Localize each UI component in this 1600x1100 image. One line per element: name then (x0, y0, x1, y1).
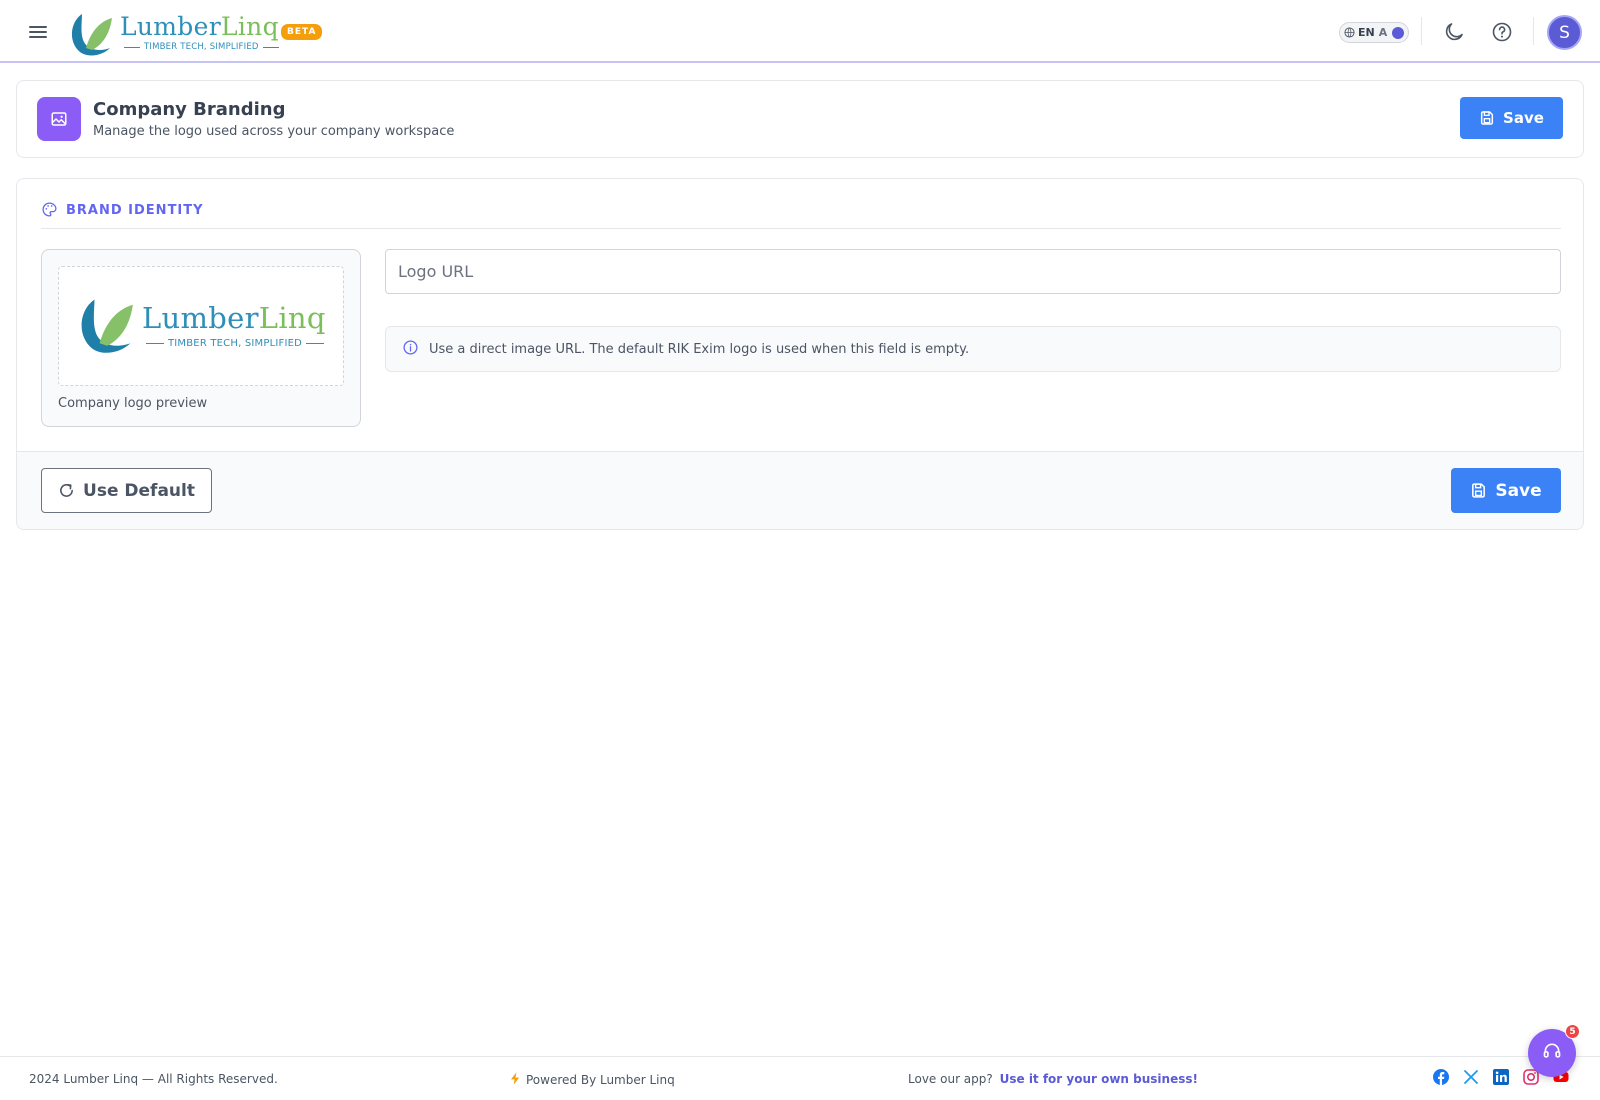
top-navbar: LumberLinq TIMBER TECH, SIMPLIFIED BETA … (0, 0, 1600, 63)
toggle-knob (1392, 26, 1404, 39)
use-default-button[interactable]: Use Default (41, 468, 212, 513)
powered-by: Powered By Lumber Linq (511, 1072, 675, 1088)
language-toggle[interactable]: EN A (1339, 22, 1409, 43)
language-label: EN (1358, 26, 1375, 39)
preview-brand-word-primary: Lumber (141, 300, 259, 335)
logo-preview-caption: Company logo preview (58, 396, 208, 411)
beta-badge: BETA (281, 24, 323, 40)
card-save-button[interactable]: Save (1451, 468, 1561, 513)
site-footer: 2024 Lumber Linq — All Rights Reserved. … (0, 1056, 1600, 1100)
powered-by-text: Powered By Lumber Linq (526, 1073, 675, 1087)
love-prefix: Love our app? (908, 1072, 993, 1086)
brand-identity-card: BRAND IDENTITY LumberLinq TIMBER TECH, S… (16, 178, 1584, 530)
save-disk-icon (1472, 483, 1486, 498)
notification-badge: 5 (1565, 1024, 1580, 1039)
dark-mode-moon-icon[interactable] (1442, 20, 1466, 44)
logo-url-input[interactable] (385, 249, 1561, 294)
page-title: Company Branding (93, 99, 286, 120)
copyright-text: 2024 Lumber Linq — All Rights Reserved. (29, 1072, 278, 1086)
card-save-label: Save (1495, 480, 1542, 501)
page-subtitle: Manage the logo used across your company… (93, 124, 455, 139)
brand-word-primary: Lumber (120, 12, 221, 41)
logo-preview-frame: LumberLinq TIMBER TECH, SIMPLIFIED (58, 266, 344, 386)
brand-word-secondary: Linq (220, 12, 279, 41)
section-title: BRAND IDENTITY (66, 203, 204, 218)
info-text: Use a direct image URL. The default RIK … (429, 341, 970, 357)
love-our-app: Love our app? Use it for your own busine… (908, 1072, 1198, 1086)
logo-preview-panel: LumberLinq TIMBER TECH, SIMPLIFIED Compa… (41, 249, 361, 427)
globe-icon (1344, 27, 1355, 38)
user-avatar[interactable]: S (1547, 15, 1582, 50)
preview-brand-word-secondary: Linq (258, 300, 326, 335)
reset-icon (60, 484, 73, 497)
card-actions-bar: Use Default Save (17, 451, 1583, 529)
language-alt-label: A (1378, 26, 1388, 39)
brand-logo[interactable]: LumberLinq TIMBER TECH, SIMPLIFIED (66, 7, 283, 59)
use-for-business-link[interactable]: Use it for your own business! (1000, 1072, 1198, 1086)
linkedin-icon[interactable] (1493, 1069, 1509, 1085)
header-save-button[interactable]: Save (1460, 97, 1563, 139)
facebook-icon[interactable] (1433, 1069, 1449, 1085)
use-default-label: Use Default (83, 480, 195, 501)
hamburger-menu-icon[interactable] (26, 20, 50, 44)
help-question-icon[interactable] (1490, 20, 1514, 44)
preview-brand-mark-icon (74, 292, 138, 360)
section-header: BRAND IDENTITY (41, 201, 1561, 229)
palette-icon (41, 201, 58, 222)
save-disk-icon (1480, 111, 1494, 125)
page-header-card: Company Branding Manage the logo used ac… (16, 80, 1584, 158)
image-icon (37, 97, 81, 141)
brand-mark-icon (66, 8, 116, 58)
x-icon[interactable] (1463, 1069, 1479, 1085)
info-icon (402, 339, 419, 360)
preview-tagline: TIMBER TECH, SIMPLIFIED (167, 337, 303, 349)
brand-tagline: TIMBER TECH, SIMPLIFIED (144, 42, 259, 52)
header-save-label: Save (1503, 109, 1544, 127)
headset-icon (1542, 1041, 1562, 1065)
bolt-icon (511, 1072, 520, 1088)
info-hint: Use a direct image URL. The default RIK … (385, 326, 1561, 372)
